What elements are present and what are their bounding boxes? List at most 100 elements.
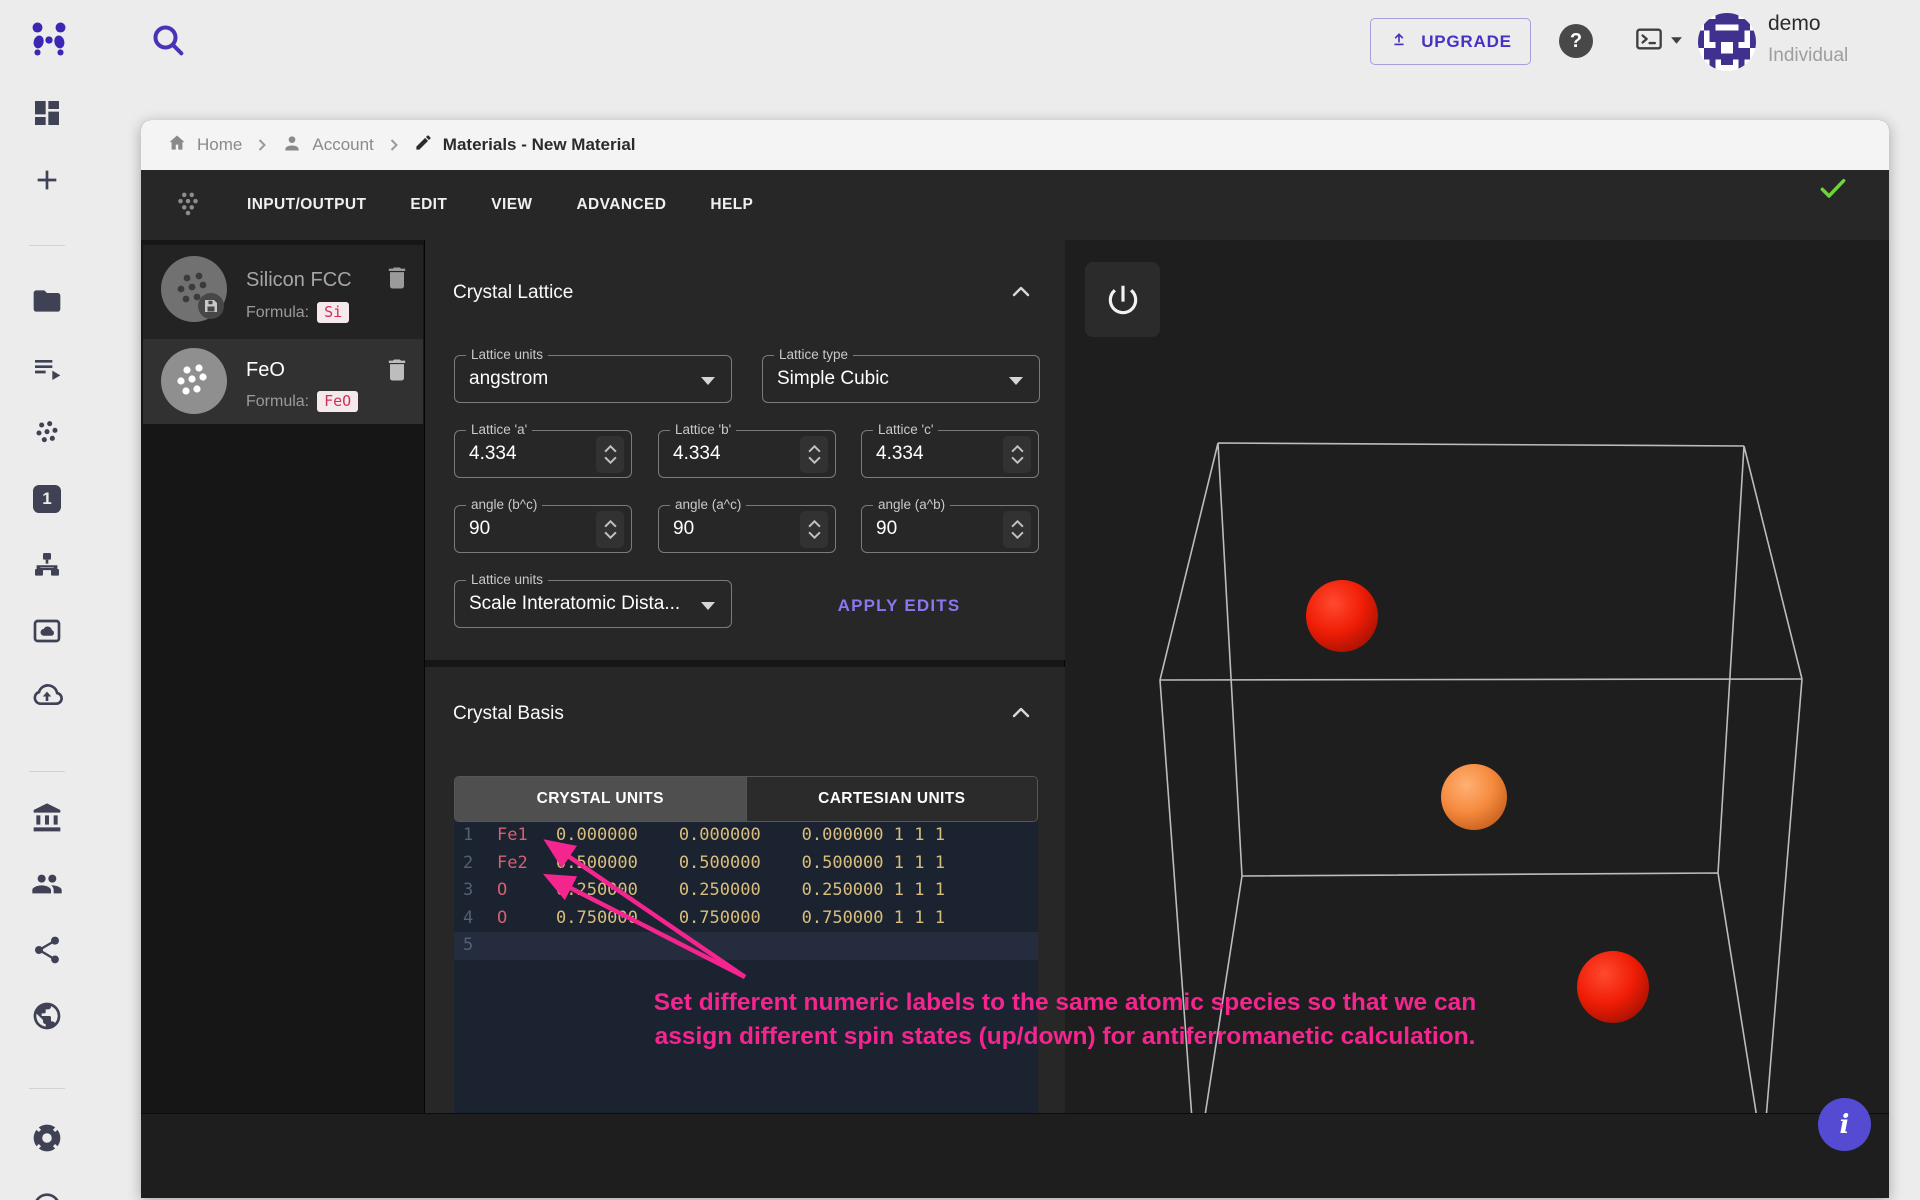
stepper-icon[interactable] [596, 511, 624, 548]
collapse-icon[interactable] [1009, 701, 1033, 725]
delete-material-icon[interactable] [383, 355, 411, 385]
pencil-icon [414, 133, 433, 157]
add-icon[interactable] [25, 158, 69, 202]
molecule-menu-icon [173, 188, 203, 223]
breadcrumb-account[interactable]: Account [282, 133, 373, 158]
saved-check-icon [1817, 172, 1849, 204]
atom-fe1 [1306, 580, 1378, 652]
user-avatar[interactable] [1698, 13, 1756, 71]
menu-advanced[interactable]: ADVANCED [576, 196, 666, 214]
menubar: INPUT/OUTPUT EDIT VIEW ADVANCED HELP [141, 170, 1889, 240]
collapse-icon[interactable] [1009, 280, 1033, 304]
chevron-down-icon [1670, 32, 1683, 50]
stepper-icon[interactable] [596, 436, 624, 473]
image-icon[interactable] [25, 609, 69, 653]
material-name: Silicon FCC [246, 269, 352, 292]
editor-panel: Crystal Lattice Lattice units angstrom L… [425, 240, 1065, 1113]
stepper-icon[interactable] [1003, 511, 1031, 548]
materials-designer-window: Home Account Materials - New Material IN… [141, 120, 1889, 1198]
material-item-feo[interactable]: FeO Formula: FeO [143, 339, 423, 424]
share-icon[interactable] [25, 928, 69, 972]
editor-line: 1Fe10.000000 0.000000 0.000000 1 1 1 [454, 822, 1038, 850]
sidebar-divider [29, 245, 65, 246]
formula-chip: Si [317, 302, 349, 323]
person-icon [282, 133, 302, 158]
mat3ra-logo-icon[interactable] [26, 17, 72, 63]
console-dropdown[interactable] [1633, 26, 1691, 56]
stepper-icon[interactable] [800, 511, 828, 548]
breadcrumb-home[interactable]: Home [167, 133, 242, 158]
stepper-icon[interactable] [1003, 436, 1031, 473]
material-name: FeO [246, 359, 285, 382]
crystal-lattice-title: Crystal Lattice [453, 282, 573, 304]
life-ring-icon[interactable] [25, 1116, 69, 1160]
unit-cell-3d-scene [1065, 240, 1889, 1113]
structure-viewer-panel[interactable] [1065, 240, 1889, 1113]
angle-ac-input[interactable]: angle (a^c) 90 [658, 505, 836, 553]
molecule-icon[interactable] [25, 411, 69, 455]
menu-view[interactable]: VIEW [491, 196, 532, 214]
material-item-silicon-fcc[interactable]: Silicon FCC Formula: Si [143, 245, 423, 339]
lattice-a-input[interactable]: Lattice 'a' 4.334 [454, 430, 632, 478]
help-icon[interactable]: ? [1559, 24, 1593, 58]
basis-code-editor[interactable]: 1Fe10.000000 0.000000 0.000000 1 1 1 2Fe… [454, 822, 1038, 1113]
lattice-type-select[interactable]: Lattice type Simple Cubic [762, 355, 1040, 403]
chevron-right-icon [388, 139, 400, 151]
playlist-play-icon[interactable] [25, 346, 69, 390]
delete-material-icon[interactable] [383, 263, 411, 293]
material-formula-row: Formula: Si [246, 302, 349, 323]
cloud-upload-icon[interactable] [25, 675, 69, 719]
atom-fe2 [1577, 951, 1649, 1023]
tab-crystal-units[interactable]: CRYSTAL UNITS [455, 777, 746, 821]
people-icon[interactable] [25, 862, 69, 906]
upgrade-button[interactable]: UPGRADE [1370, 18, 1531, 65]
apply-edits-button[interactable]: APPLY EDITS [809, 592, 989, 620]
crystal-basis-title: Crystal Basis [453, 703, 564, 725]
dropdown-arrow-icon [1009, 377, 1023, 385]
info-button[interactable]: i [1818, 1098, 1871, 1151]
lattice-c-input[interactable]: Lattice 'c' 4.334 [861, 430, 1039, 478]
globe-icon[interactable] [25, 994, 69, 1038]
editor-line: 3O0.250000 0.250000 0.250000 1 1 1 [454, 877, 1038, 905]
basis-units-tabs: CRYSTAL UNITS CARTESIAN UNITS [454, 776, 1038, 822]
settings-icon[interactable] [25, 1182, 69, 1200]
user-name: demo [1768, 12, 1821, 36]
sidebar-divider [29, 1088, 65, 1089]
material-formula-row: Formula: FeO [246, 391, 358, 412]
material-avatar [161, 256, 227, 322]
editor-line: 2Fe20.500000 0.500000 0.500000 1 1 1 [454, 850, 1038, 878]
formula-chip: FeO [317, 391, 358, 412]
menu-edit[interactable]: EDIT [410, 196, 447, 214]
tab-cartesian-units[interactable]: CARTESIAN UNITS [746, 777, 1038, 821]
bottom-strip [141, 1113, 1889, 1198]
sidebar-divider [29, 771, 65, 772]
bank-icon[interactable] [25, 796, 69, 840]
menu-help[interactable]: HELP [710, 196, 753, 214]
chevron-right-icon [256, 139, 268, 151]
filter-one-icon[interactable]: 1 [25, 477, 69, 521]
scale-units-select[interactable]: Lattice units Scale Interatomic Dista... [454, 580, 732, 628]
annotation-note: Set different numeric labels to the same… [589, 986, 1541, 1054]
lattice-units-select[interactable]: Lattice units angstrom [454, 355, 732, 403]
workflow-icon[interactable] [25, 543, 69, 587]
upgrade-label: UPGRADE [1421, 32, 1512, 52]
atom-o1 [1441, 764, 1507, 830]
dropdown-arrow-icon [701, 602, 715, 610]
dashboard-icon[interactable] [25, 91, 69, 135]
search-icon[interactable] [148, 20, 188, 60]
lattice-b-input[interactable]: Lattice 'b' 4.334 [658, 430, 836, 478]
one-badge-label: 1 [42, 489, 51, 509]
angle-bc-input[interactable]: angle (b^c) 90 [454, 505, 632, 553]
materials-list-panel: Silicon FCC Formula: Si FeO Formula: FeO [141, 240, 425, 1113]
breadcrumb-current: Materials - New Material [414, 133, 636, 157]
angle-ab-input[interactable]: angle (a^b) 90 [861, 505, 1039, 553]
editor-line: 4O0.750000 0.750000 0.750000 1 1 1 [454, 905, 1038, 933]
crystal-lattice-card: Crystal Lattice Lattice units angstrom L… [425, 240, 1065, 660]
menu-input-output[interactable]: INPUT/OUTPUT [247, 196, 366, 214]
stepper-icon[interactable] [800, 436, 828, 473]
upload-icon [1389, 29, 1409, 54]
save-badge-icon [205, 300, 217, 312]
material-avatar [161, 348, 227, 414]
power-icon[interactable] [1085, 262, 1160, 337]
folder-icon[interactable] [25, 279, 69, 323]
